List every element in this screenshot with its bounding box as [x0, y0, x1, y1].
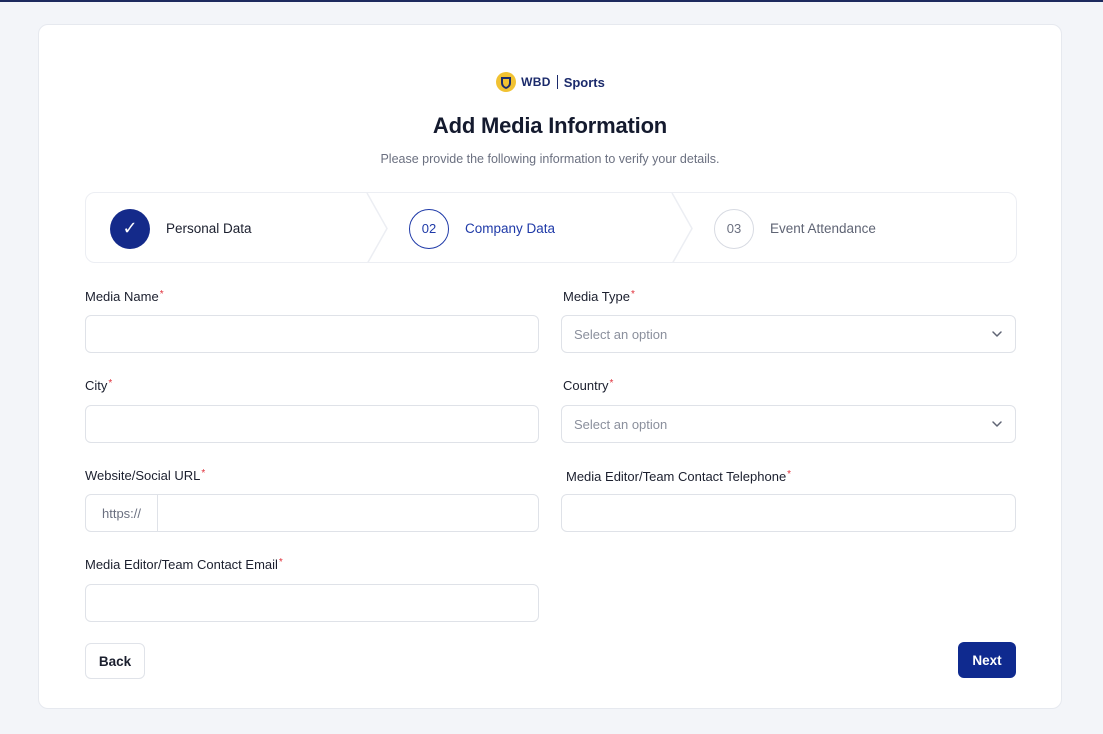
required-marker: * [159, 289, 164, 300]
website-label: Website/Social URL* [85, 468, 205, 483]
chevron-down-icon [992, 331, 1002, 337]
step-label: Personal Data [166, 221, 252, 236]
url-prefix: https:// [86, 495, 158, 531]
country-select[interactable]: Select an option [561, 405, 1016, 443]
brand-logo: WBD Sports [39, 71, 1061, 93]
page-subtitle: Please provide the following information… [380, 152, 720, 166]
required-marker: * [108, 378, 113, 389]
media-type-select[interactable]: Select an option [561, 315, 1016, 353]
required-marker: * [201, 468, 206, 479]
country-label: Country* [563, 378, 613, 393]
top-strip [0, 0, 1103, 2]
step-label: Company Data [465, 221, 556, 236]
label-text: Media Editor/Team Contact Telephone [566, 469, 787, 484]
label-text: Media Editor/Team Contact Email [85, 557, 278, 572]
brand-sports: Sports [563, 74, 605, 90]
step-company-data[interactable]: 02 Company Data [409, 193, 556, 262]
step-separator-icon [671, 193, 693, 262]
progress-stepper: ✓ Personal Data 02 Company Data 03 Event… [85, 192, 1017, 263]
form-card: WBD Sports Add Media Information Please … [38, 24, 1062, 709]
website-input-group[interactable]: https:// [85, 494, 539, 532]
step-label: Event Attendance [770, 221, 876, 236]
select-placeholder: Select an option [574, 327, 668, 342]
telephone-label: Media Editor/Team Contact Telephone* [566, 469, 791, 484]
next-button[interactable]: Next [958, 642, 1016, 678]
label-text: Country [563, 378, 609, 393]
step-personal-data[interactable]: ✓ Personal Data [110, 193, 252, 262]
required-marker: * [609, 378, 614, 389]
label-text: City [85, 378, 108, 393]
step-separator-icon [366, 193, 388, 262]
select-placeholder: Select an option [574, 417, 668, 432]
label-text: Media Type [563, 289, 630, 304]
page-title: Add Media Information [432, 113, 668, 138]
email-label: Media Editor/Team Contact Email* [85, 557, 283, 572]
chevron-down-icon [992, 421, 1002, 427]
required-marker: * [278, 557, 283, 568]
required-marker: * [630, 289, 635, 300]
label-text: Website/Social URL [85, 468, 201, 483]
telephone-input[interactable] [561, 494, 1016, 532]
step-number: 03 [714, 208, 754, 249]
media-name-label: Media Name* [85, 289, 164, 304]
email-input[interactable] [85, 584, 539, 622]
step-event-attendance[interactable]: 03 Event Attendance [714, 193, 876, 262]
required-marker: * [787, 469, 792, 480]
check-icon: ✓ [110, 208, 150, 249]
label-text: Media Name [85, 289, 159, 304]
media-type-label: Media Type* [563, 289, 635, 304]
back-button[interactable]: Back [85, 643, 145, 679]
city-input[interactable] [85, 405, 539, 443]
step-number: 02 [409, 208, 449, 249]
wb-shield-icon [496, 72, 517, 92]
media-name-input[interactable] [85, 315, 539, 353]
brand-wbd: WBD [521, 75, 551, 89]
city-label: City* [85, 378, 112, 393]
brand-divider [556, 75, 558, 89]
